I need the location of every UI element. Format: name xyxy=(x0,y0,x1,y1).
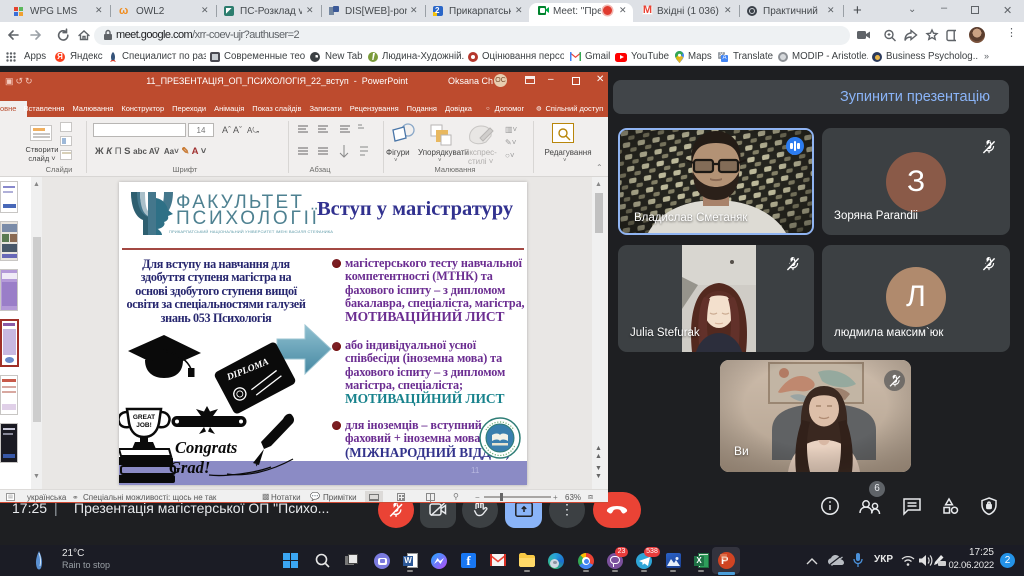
svg-text:JOB!: JOB! xyxy=(136,422,152,429)
svg-text:GREAT: GREAT xyxy=(133,414,155,421)
svg-text:Congrats: Congrats xyxy=(175,438,237,457)
